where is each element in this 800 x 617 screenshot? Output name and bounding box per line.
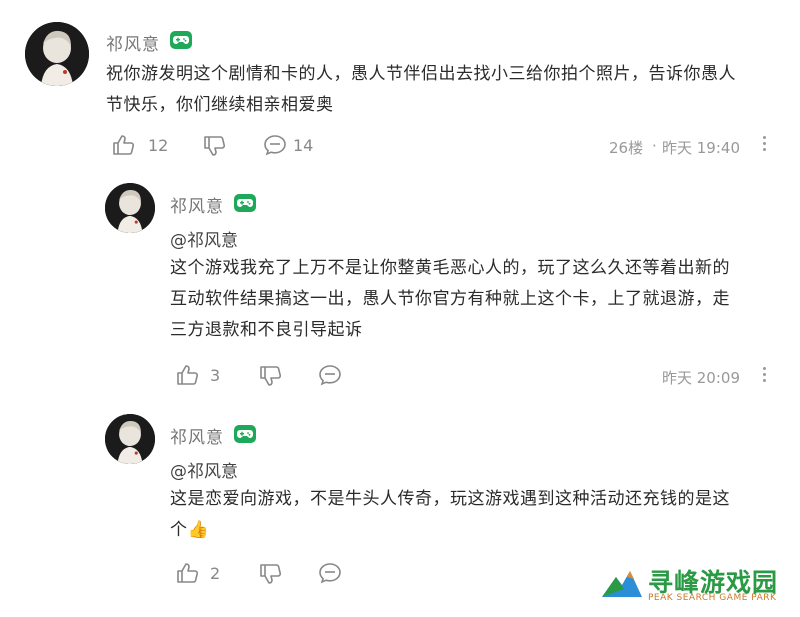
reply-mention[interactable]: @祁风意 xyxy=(170,226,238,251)
game-controller-badge-icon xyxy=(170,31,192,49)
like-count: 3 xyxy=(210,365,221,385)
comment-text-line: 个👍 xyxy=(170,520,210,540)
comment-bubble-icon xyxy=(264,135,286,156)
comment-text-line: 这是恋爱向游戏，不是牛头人传奇，玩这游戏遇到这种活动还充钱的是这 xyxy=(170,489,730,509)
comment-text-line: 祝你游发明这个剧情和卡的人，愚人节伴侣出去找小三给你拍个照片，告诉你愚人 xyxy=(106,64,736,84)
comment-text-line: 节快乐，你们继续相亲相爱奥 xyxy=(106,95,334,115)
game-controller-badge-icon xyxy=(234,425,256,443)
comment-bubble-icon xyxy=(319,365,341,386)
comment-text: 这个游戏我充了上万不是让你整黄毛恶心人的，玩了这么久还等着出新的 互动软件结果搞… xyxy=(170,253,785,346)
dislike-button[interactable] xyxy=(259,365,283,387)
like-count: 2 xyxy=(210,563,221,583)
more-options-icon[interactable] xyxy=(761,364,767,384)
reply-button[interactable] xyxy=(318,364,342,386)
watermark-subtitle: PEAK SEARCH GAME PARK xyxy=(648,593,777,603)
dislike-button[interactable] xyxy=(203,135,227,157)
thumbs-down-icon xyxy=(204,136,226,156)
reply-mention[interactable]: @祁风意 xyxy=(170,457,238,482)
avatar[interactable] xyxy=(105,183,155,233)
comment-text-line: 互动软件结果搞这一出，愚人节你官方有种就上这个卡，上了就退游，走 xyxy=(170,289,730,309)
thumbs-up-icon xyxy=(177,365,199,385)
avatar[interactable] xyxy=(105,414,155,464)
game-controller-badge-icon xyxy=(234,194,256,212)
comment-text: 这是恋爱向游戏，不是牛头人传奇，玩这游戏遇到这种活动还充钱的是这 个👍 xyxy=(170,484,785,546)
thumbs-down-icon xyxy=(260,366,282,386)
floor-number: 26楼 xyxy=(609,139,644,157)
username[interactable]: 祁风意 xyxy=(170,423,224,448)
reply-button[interactable] xyxy=(318,562,342,584)
reply-count: 14 xyxy=(293,135,314,155)
thumbs-down-icon xyxy=(260,564,282,584)
reply-button[interactable]: 14 xyxy=(263,134,313,156)
username[interactable]: 祁风意 xyxy=(170,192,224,217)
dislike-button[interactable] xyxy=(259,563,283,585)
avatar-image xyxy=(105,183,155,233)
like-button[interactable]: 12 xyxy=(112,134,168,156)
avatar-image xyxy=(25,22,89,86)
thumbs-up-icon xyxy=(177,563,199,583)
comment-text-line: 三方退款和不良引导起诉 xyxy=(170,320,363,340)
username[interactable]: 祁风意 xyxy=(106,30,160,55)
comment-bubble-icon xyxy=(319,563,341,584)
like-button[interactable]: 3 xyxy=(176,364,220,386)
comment-text-line: 这个游戏我充了上万不是让你整黄毛恶心人的，玩了这么久还等着出新的 xyxy=(170,258,730,278)
comment-text: 祝你游发明这个剧情和卡的人，愚人节伴侣出去找小三给你拍个照片，告诉你愚人 节快乐… xyxy=(106,59,786,121)
timestamp: 昨天 20:09 xyxy=(662,369,740,387)
like-count: 12 xyxy=(148,135,169,155)
meta-separator: · xyxy=(652,137,657,155)
timestamp: 昨天 19:40 xyxy=(662,139,740,157)
avatar-image xyxy=(105,414,155,464)
site-watermark: 寻峰游戏园 PEAK SEARCH GAME PARK xyxy=(600,561,790,611)
like-button[interactable]: 2 xyxy=(176,562,220,584)
thumbs-up-icon xyxy=(113,135,135,155)
avatar[interactable] xyxy=(25,22,89,86)
more-options-icon[interactable] xyxy=(761,133,767,153)
mountain-logo-icon xyxy=(602,571,642,597)
